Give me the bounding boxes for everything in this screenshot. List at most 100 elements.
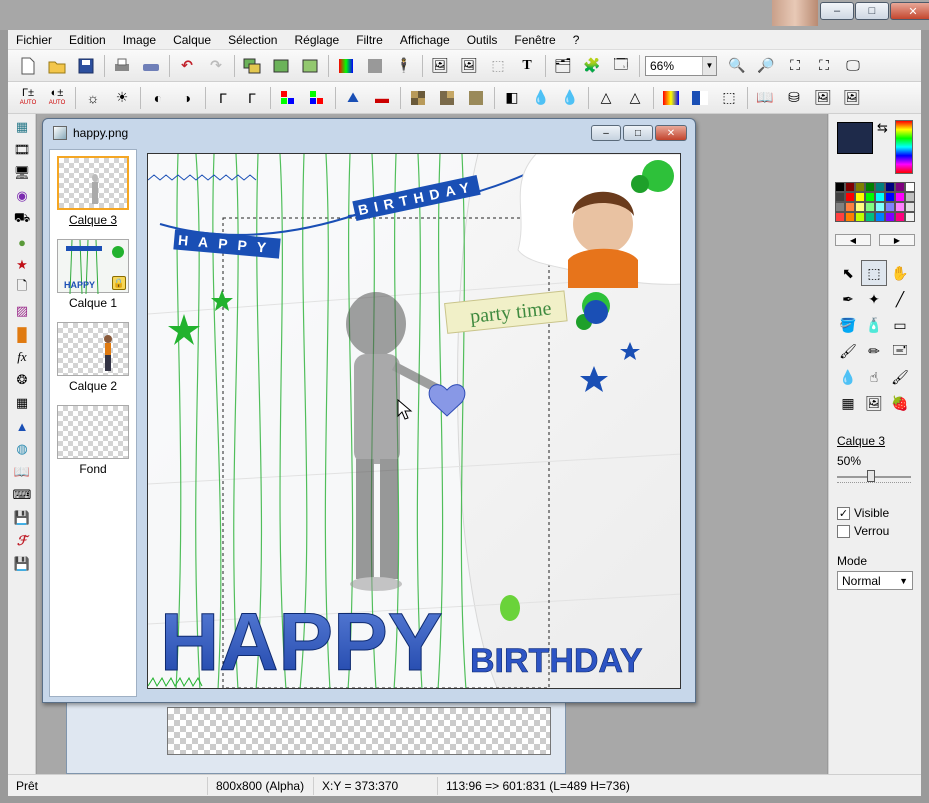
strawberry-icon[interactable]: 🍓	[887, 390, 913, 416]
save-icon[interactable]	[74, 54, 98, 78]
invert-icon[interactable]	[688, 86, 712, 110]
layer-calque-1[interactable]: HAPPY 🔒 Calque 1	[55, 239, 131, 310]
palette-swatch[interactable]	[885, 202, 895, 212]
palette-swatch[interactable]	[905, 182, 915, 192]
palette-swatch[interactable]	[895, 212, 905, 222]
redo-icon[interactable]: ↷	[204, 54, 228, 78]
doc-close-button[interactable]: ✕	[655, 125, 687, 141]
pixelate-icon[interactable]	[435, 86, 459, 110]
auto-contrast-icon[interactable]: ◐± AUTO	[45, 86, 69, 110]
globe-icon[interactable]: ◍	[12, 439, 32, 459]
palette-swatch[interactable]	[865, 202, 875, 212]
palette-next-icon[interactable]: ▶	[879, 234, 915, 246]
lock-option[interactable]: Verrou	[837, 524, 889, 538]
image-info-icon[interactable]: 🖼	[428, 54, 452, 78]
layer-calque-2[interactable]: Calque 2	[55, 322, 131, 393]
actual-size-icon[interactable]: ⛶	[812, 54, 836, 78]
mosaic-icon[interactable]	[406, 86, 430, 110]
eyedropper-icon[interactable]: ✒	[835, 286, 861, 312]
contrast-down-icon[interactable]: ◐	[146, 86, 170, 110]
layer-calque-3[interactable]: Calque 3	[55, 156, 131, 227]
chain-icon[interactable]: ❂	[12, 370, 32, 390]
select-arrow-icon[interactable]: ⬉	[835, 260, 861, 286]
sharpen-more-icon[interactable]: △	[623, 86, 647, 110]
blend-mode-select[interactable]: Normal ▼	[837, 571, 913, 590]
color-balance-down-icon[interactable]	[276, 86, 300, 110]
active-layer-name[interactable]: Calque 3	[837, 434, 885, 448]
palette-swatch[interactable]	[835, 182, 845, 192]
save-html-icon[interactable]: 💾	[12, 554, 32, 574]
emboss-icon[interactable]: ◧	[500, 86, 524, 110]
palette-swatch[interactable]	[835, 202, 845, 212]
new-file-icon[interactable]	[16, 54, 40, 78]
copy-image-icon[interactable]	[240, 54, 264, 78]
auto-gamma-icon[interactable]: Γ± AUTO	[16, 86, 40, 110]
doc-maximize-button[interactable]: □	[623, 125, 653, 141]
texture-icon[interactable]	[464, 86, 488, 110]
script-icon[interactable]: ℱ	[12, 531, 32, 551]
palette-swatch[interactable]	[875, 182, 885, 192]
palette-swatch[interactable]	[885, 212, 895, 222]
doc-minimize-button[interactable]: –	[591, 125, 621, 141]
menu-fenetre[interactable]: Fenêtre	[512, 32, 557, 48]
palette-swatch[interactable]	[875, 212, 885, 222]
brightness-up-icon[interactable]: ☀	[110, 86, 134, 110]
line-icon[interactable]: ╱	[887, 286, 913, 312]
visible-checkbox[interactable]: ✓	[837, 506, 850, 520]
gamma-down-icon[interactable]: Γ	[211, 86, 235, 110]
effect-icon[interactable]: 🕴	[392, 54, 416, 78]
formula-icon[interactable]: fx	[12, 347, 32, 367]
palette-swatch[interactable]	[855, 182, 865, 192]
color-levels-icon[interactable]	[659, 86, 683, 110]
resize-icon[interactable]: 🖼	[457, 54, 481, 78]
palette-swatch[interactable]	[905, 192, 915, 202]
gamma-up-icon[interactable]: Γ	[240, 86, 264, 110]
soften-icon[interactable]: △	[594, 86, 618, 110]
menu-image[interactable]: Image	[121, 32, 158, 48]
menu-calque[interactable]: Calque	[171, 32, 213, 48]
maximize-button[interactable]: □	[855, 2, 889, 20]
screen-capture-icon[interactable]: 🖥	[12, 163, 32, 183]
foreground-color-swatch[interactable]	[837, 122, 873, 154]
orange-gradient-icon[interactable]: █	[12, 324, 32, 344]
palette-swatch[interactable]	[895, 182, 905, 192]
fullscreen-icon[interactable]: 🖵	[841, 54, 865, 78]
scan-icon[interactable]: ⛟	[12, 209, 32, 229]
keyboard-icon[interactable]: ⌨	[12, 485, 32, 505]
crop-icon[interactable]: ⬚	[486, 54, 510, 78]
sharpen-icon[interactable]: 💧	[558, 86, 582, 110]
palette-swatch[interactable]	[875, 202, 885, 212]
fit-window-icon[interactable]: ⛶	[783, 54, 807, 78]
film-icon[interactable]: 🎞	[12, 140, 32, 160]
swap-colors-icon[interactable]: ⇆	[877, 120, 888, 136]
palette-swatch[interactable]	[865, 212, 875, 222]
zoom-select[interactable]: 66% ▼	[645, 55, 717, 76]
close-button[interactable]: ✕	[890, 2, 929, 20]
image-canvas[interactable]: party time HAPPY BIRTHDAY HAPPY BIRTHDAY	[147, 153, 681, 689]
menu-affichage[interactable]: Affichage	[398, 32, 452, 48]
gradient-icon[interactable]: ▨	[12, 301, 32, 321]
pencil-icon[interactable]: ✏	[861, 338, 887, 364]
contrast-up-icon[interactable]: ◑	[175, 86, 199, 110]
brush-icon[interactable]: 🖌	[835, 338, 861, 364]
batch-icon[interactable]: 🖼	[811, 86, 835, 110]
palette-swatch[interactable]	[885, 182, 895, 192]
slider-thumb[interactable]	[867, 470, 875, 482]
palette-swatch[interactable]	[845, 212, 855, 222]
scanner-icon[interactable]	[139, 54, 163, 78]
calculator-icon[interactable]: ▦	[12, 117, 32, 137]
open-folder-icon[interactable]	[45, 54, 69, 78]
zoom-in-icon[interactable]: 🔍	[725, 54, 749, 78]
palette-swatch[interactable]	[855, 202, 865, 212]
palette-swatch[interactable]	[895, 192, 905, 202]
undo-icon[interactable]: ↶	[175, 54, 199, 78]
menu-fichier[interactable]: Fichier	[14, 32, 54, 48]
replace-color-icon[interactable]: ⬚	[717, 86, 741, 110]
curves-icon[interactable]: ▬	[370, 86, 394, 110]
selection-rect-icon[interactable]: ⬚	[861, 260, 887, 286]
hand-icon[interactable]: ✋	[887, 260, 913, 286]
minimize-button[interactable]: –	[820, 2, 854, 20]
convert-icon[interactable]: 🖼	[840, 86, 864, 110]
blur-icon[interactable]: 💧	[529, 86, 553, 110]
book-icon[interactable]: 📖	[753, 86, 777, 110]
